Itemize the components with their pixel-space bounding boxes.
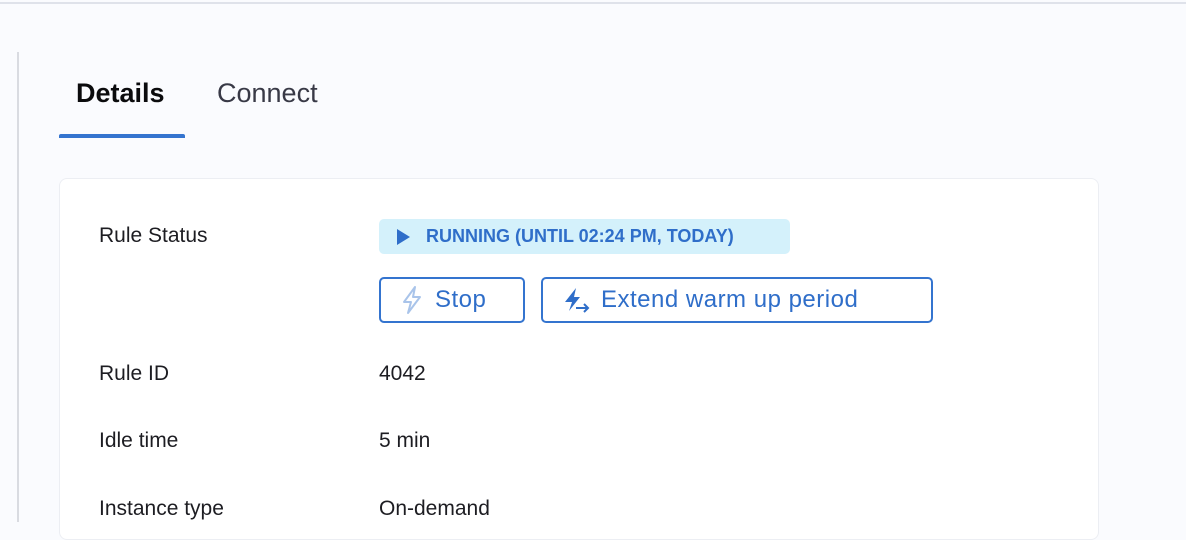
tab-connect[interactable]: Connect	[217, 78, 318, 109]
lightning-extend-icon	[565, 288, 590, 313]
stop-label: Stop	[435, 286, 487, 313]
instance-type-label: Instance type	[99, 497, 224, 520]
lightning-icon	[403, 286, 421, 314]
idle-time-value: 5 min	[379, 429, 431, 452]
panel-divider	[17, 52, 19, 522]
status-text: RUNNING (UNTIL 02:24 PM, TODAY)	[426, 226, 734, 246]
extend-label: Extend warm up period	[601, 286, 859, 313]
top-divider	[0, 2, 1186, 4]
play-icon	[397, 228, 410, 245]
tab-details[interactable]: Details	[76, 78, 165, 109]
rule-status-label: Rule Status	[99, 224, 208, 247]
extend-warm-up-button[interactable]: Extend warm up period	[541, 277, 933, 323]
rule-id-label: Rule ID	[99, 362, 170, 385]
stop-button[interactable]: Stop	[379, 277, 525, 323]
instance-type-value: On-demand	[379, 497, 490, 520]
active-tab-indicator	[59, 134, 185, 138]
rule-id-value: 4042	[379, 362, 426, 385]
idle-time-label: Idle time	[99, 429, 179, 452]
status-badge: RUNNING (UNTIL 02:24 PM, TODAY)	[379, 219, 790, 254]
